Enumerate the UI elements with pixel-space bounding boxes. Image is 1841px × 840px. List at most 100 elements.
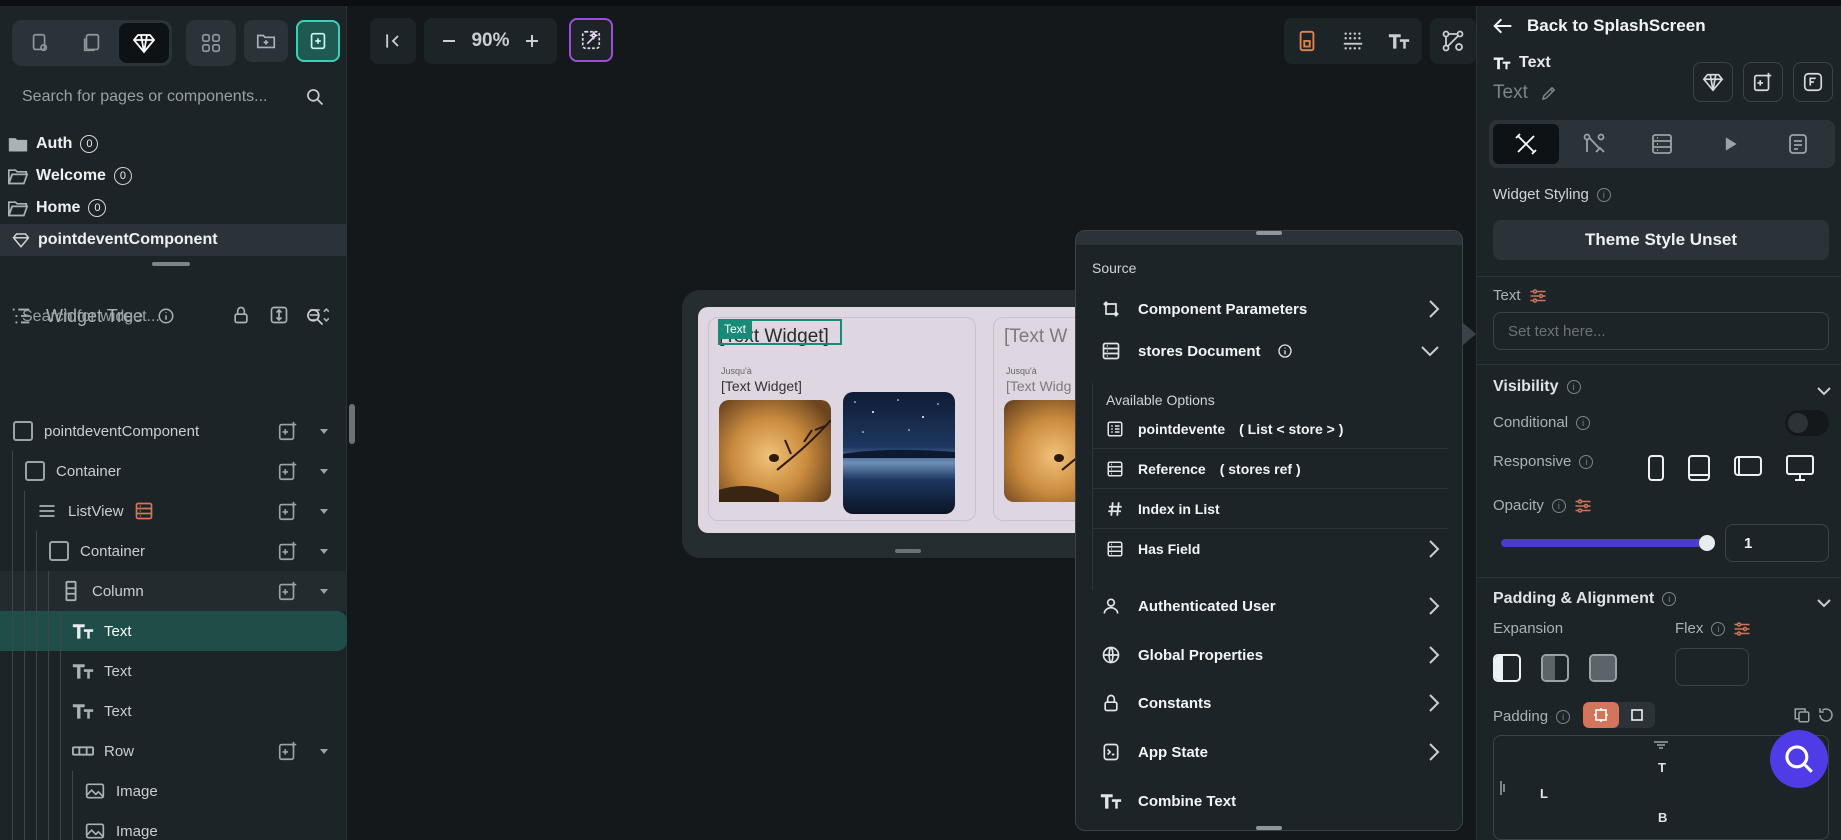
info-icon[interactable]: i — [1566, 380, 1581, 394]
add-child-icon[interactable] — [277, 500, 299, 522]
popup-bottom-handle[interactable] — [1256, 826, 1282, 830]
tree-item-column[interactable]: Column — [0, 571, 347, 611]
tree-item-container-2[interactable]: Container — [0, 531, 347, 571]
device-resize-handle[interactable] — [895, 549, 921, 553]
panel-resize-handle[interactable] — [152, 262, 190, 266]
chevron-down-icon[interactable] — [319, 586, 329, 596]
add-child-icon[interactable] — [277, 540, 299, 562]
option-pointdevente[interactable]: pointdevente ( List < store > ) — [1092, 409, 1448, 449]
opacity-input[interactable]: 1 — [1725, 524, 1829, 562]
chevron-down-icon[interactable] — [319, 546, 329, 556]
tab-documentation[interactable] — [1765, 124, 1831, 164]
add-child-icon[interactable] — [277, 740, 299, 762]
source-authenticated-user[interactable]: Authenticated User — [1076, 584, 1462, 628]
edit-pencil-icon[interactable] — [1540, 84, 1558, 102]
add-page-button[interactable] — [296, 20, 340, 62]
card-jusqua[interactable]: Jusqu'à — [1006, 366, 1037, 376]
add-child-icon[interactable] — [277, 420, 299, 442]
reset-icon[interactable] — [1817, 706, 1835, 724]
widget-search-input[interactable]: Search for widget... — [22, 308, 160, 326]
wrap-widget-button[interactable] — [1743, 62, 1783, 102]
padding-all-button[interactable] — [1619, 702, 1655, 728]
tree-item-component[interactable]: pointdeventComponent — [0, 411, 347, 451]
back-button[interactable]: Back to SplashScreen — [1493, 16, 1706, 36]
tab-properties[interactable] — [1493, 124, 1559, 164]
theme-style-button[interactable]: Theme Style Unset — [1493, 220, 1829, 260]
expansion-flexible-button[interactable] — [1541, 654, 1569, 682]
widget-search[interactable]: Search for widget... — [0, 296, 347, 338]
popup-drag-handle[interactable] — [1256, 231, 1282, 235]
card-jusqua[interactable]: Jusqu'à — [721, 366, 752, 376]
chevron-down-icon[interactable] — [319, 426, 329, 436]
padding-alignment-heading[interactable]: Padding & Alignment i — [1493, 590, 1677, 608]
page-folder-home[interactable]: Home 0 — [0, 192, 347, 224]
card-subtext[interactable]: [Text Widget] — [721, 378, 802, 394]
tablet-landscape-icon[interactable] — [1733, 454, 1763, 478]
source-global-properties[interactable]: Global Properties — [1076, 633, 1462, 677]
phone-icon[interactable] — [1647, 454, 1665, 482]
grid-toggle-button[interactable] — [1330, 18, 1376, 64]
source-constants[interactable]: Constants — [1076, 681, 1462, 725]
page-search-input[interactable]: Search for pages or components... — [22, 88, 267, 106]
tree-item-text[interactable]: Text — [0, 691, 347, 731]
page-folder-auth[interactable]: Auth 0 — [0, 128, 347, 160]
components-tab[interactable] — [119, 23, 169, 63]
tree-item-image[interactable]: Image — [0, 811, 347, 840]
tab-backend-query[interactable] — [1629, 124, 1695, 164]
info-icon[interactable]: i — [1579, 454, 1594, 469]
text-input[interactable]: Set text here... — [1493, 312, 1829, 350]
info-icon[interactable]: i — [1556, 709, 1571, 724]
info-icon[interactable]: i — [1551, 498, 1566, 513]
tablet-icon[interactable] — [1687, 454, 1711, 482]
convert-component-button[interactable] — [1693, 62, 1733, 102]
option-has-field[interactable]: Has Field — [1092, 529, 1448, 569]
conditional-toggle[interactable] — [1785, 410, 1829, 436]
list-card[interactable]: [Text Widget] Jusqu'à [Text Widget] — [708, 317, 976, 521]
text-scale-button[interactable] — [1376, 18, 1422, 64]
padding-individual-button[interactable] — [1583, 702, 1619, 728]
ai-gen-button[interactable] — [569, 18, 613, 62]
card-subtext[interactable]: [Text Widg — [1006, 378, 1071, 394]
tab-actions[interactable] — [1561, 124, 1627, 164]
info-icon[interactable] — [1277, 343, 1293, 359]
component-item[interactable]: pointdeventComponent — [0, 224, 347, 256]
zoom-in-icon[interactable] — [524, 33, 540, 49]
source-combine-text[interactable]: Combine Text — [1076, 779, 1462, 823]
tree-item-row[interactable]: Row — [0, 731, 347, 771]
widget-name[interactable]: Text — [1493, 82, 1558, 104]
add-folder-button[interactable] — [244, 20, 288, 62]
copy-icon[interactable] — [1793, 706, 1811, 724]
chevron-down-icon[interactable] — [319, 506, 329, 516]
chevron-down-icon[interactable] — [1817, 386, 1831, 396]
opacity-slider[interactable] — [1501, 539, 1707, 547]
pages-tab[interactable] — [15, 23, 65, 63]
page-folder-welcome[interactable]: Welcome 0 — [0, 160, 347, 192]
variable-settings-icon[interactable] — [1733, 621, 1751, 637]
page-search[interactable]: Search for pages or components... — [0, 76, 347, 118]
add-child-icon[interactable] — [277, 580, 299, 602]
storyboard-tab[interactable] — [67, 23, 117, 63]
chevron-down-icon[interactable] — [319, 746, 329, 756]
chevron-down-icon[interactable] — [1817, 598, 1831, 608]
variable-settings-icon[interactable] — [1574, 498, 1592, 514]
option-reference[interactable]: Reference ( stores ref ) — [1092, 449, 1448, 489]
source-component-parameters[interactable]: Component Parameters — [1076, 287, 1462, 331]
tree-item-container[interactable]: Container — [0, 451, 347, 491]
collapse-panel-button[interactable] — [370, 18, 416, 64]
left-scrollbar[interactable] — [349, 404, 355, 444]
device-frame-button[interactable] — [1284, 18, 1330, 64]
card-heading[interactable]: [Text W — [1004, 326, 1067, 348]
flex-input[interactable] — [1675, 648, 1749, 686]
visibility-heading[interactable]: Visibility i — [1493, 378, 1581, 396]
add-child-icon[interactable] — [277, 460, 299, 482]
info-icon[interactable]: i — [1711, 621, 1726, 636]
info-icon[interactable]: i — [1662, 592, 1677, 606]
expansion-expanded-button[interactable] — [1589, 654, 1617, 682]
expansion-default-button[interactable] — [1493, 654, 1521, 682]
sunset-bird-image[interactable] — [719, 400, 831, 502]
info-icon[interactable]: i — [1596, 187, 1611, 202]
widget-library-tab[interactable] — [189, 23, 233, 63]
action-flow-button[interactable] — [1430, 18, 1476, 64]
tree-item-text[interactable]: Text — [0, 651, 347, 691]
chevron-down-icon[interactable] — [319, 466, 329, 476]
